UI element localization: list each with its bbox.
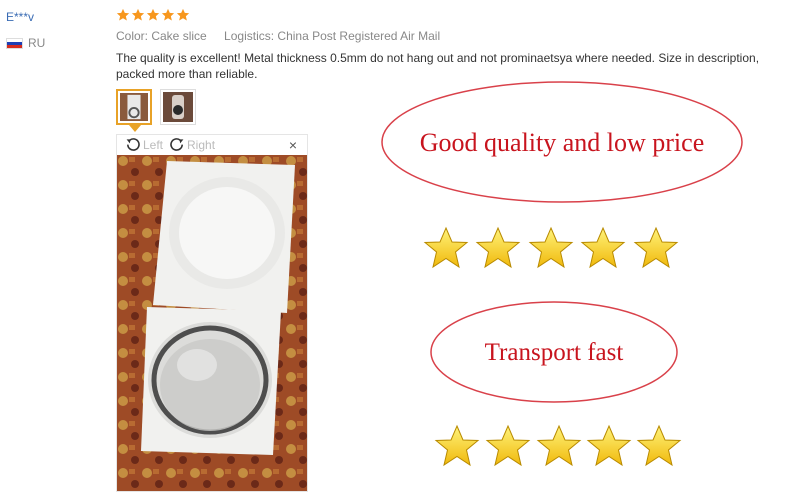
star-icon [176, 8, 190, 21]
star-icon [537, 425, 581, 466]
reviewer-name: E***v [6, 10, 35, 24]
photo-thumbnail-image [163, 92, 193, 122]
star-rating [116, 8, 190, 22]
star-icon [146, 8, 160, 21]
star-icon [131, 8, 145, 21]
rotate-left-label: Left [143, 138, 164, 152]
star-icon [637, 425, 681, 466]
close-viewer-button[interactable]: × [289, 137, 297, 153]
ad-headline-transport: Transport fast [485, 339, 624, 366]
reviewer-info: E***v RU [6, 8, 106, 50]
rotate-left-icon [126, 138, 140, 151]
ad-headline-quality: Good quality and low price [420, 128, 705, 157]
country-code: RU [28, 36, 46, 50]
rotate-right-icon [170, 138, 184, 151]
review-photo-thumbnails [116, 89, 196, 132]
photo-viewer-toolbar: Left Right × [117, 135, 307, 155]
star-icon [161, 8, 175, 21]
star-icon [486, 425, 530, 466]
ad-star-row-top [424, 227, 678, 268]
photo-viewer: Left Right × [116, 134, 308, 492]
ad-star-row-bottom [435, 425, 681, 466]
photo-thumbnail[interactable] [116, 89, 152, 132]
star-icon [634, 227, 678, 268]
star-icon [529, 227, 573, 268]
star-icon [587, 425, 631, 466]
star-icon [581, 227, 625, 268]
photo-thumbnail-image [120, 93, 148, 121]
review-photo [117, 155, 307, 491]
photo-thumbnail[interactable] [160, 89, 196, 125]
star-icon [116, 8, 130, 21]
seller-ad-image: Good quality and low price Transport fas… [381, 81, 743, 466]
star-icon [435, 425, 479, 466]
rotate-right-label: Right [187, 138, 216, 152]
color-option: Color: Cake slice [116, 29, 207, 43]
rotate-right-button[interactable]: Right [169, 137, 215, 153]
logistics-info: Logistics: China Post Registered Air Mai… [224, 29, 441, 43]
star-icon [424, 227, 468, 268]
reviewer-country: RU [6, 36, 106, 50]
order-meta: Color: Cake slice Logistics: China Post … [116, 29, 440, 43]
rotate-left-button[interactable]: Left [125, 137, 163, 153]
russia-flag-icon [6, 37, 23, 49]
star-icon [476, 227, 520, 268]
